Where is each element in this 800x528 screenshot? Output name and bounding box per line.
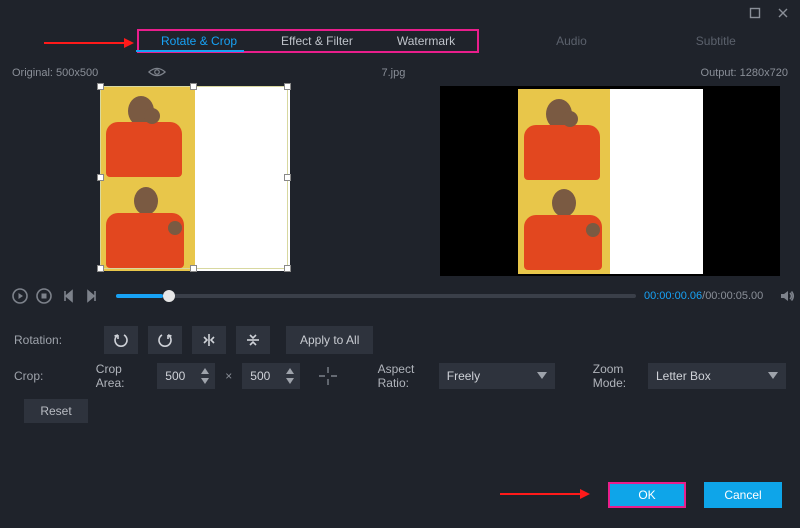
crop-handle-mid-right[interactable]: [284, 174, 291, 181]
seek-knob[interactable]: [163, 290, 175, 302]
crop-selection-box[interactable]: [100, 86, 288, 269]
zoom-mode-label: Zoom Mode:: [593, 362, 638, 390]
output-image: [518, 89, 703, 274]
crop-height-value: 500: [250, 369, 278, 383]
center-crop-button[interactable]: [316, 363, 339, 389]
play-button[interactable]: [12, 286, 28, 306]
stop-button[interactable]: [36, 286, 52, 306]
aspect-ratio-value: Freely: [447, 369, 480, 383]
chevron-down-icon: [768, 372, 778, 380]
crop-handle-top-center[interactable]: [190, 83, 197, 90]
filename-label: 7.jpg: [86, 67, 700, 79]
window-close-button[interactable]: [776, 6, 790, 20]
crop-label: Crop:: [14, 369, 86, 383]
prev-frame-button[interactable]: [60, 286, 76, 306]
chevron-down-icon: [537, 372, 547, 380]
reset-button[interactable]: Reset: [24, 399, 88, 423]
crop-width-input[interactable]: 500: [157, 363, 215, 389]
cancel-button[interactable]: Cancel: [704, 482, 782, 508]
time-total: 00:00:05.00: [705, 290, 763, 302]
crop-height-up[interactable]: [284, 366, 296, 376]
crop-handle-bottom-left[interactable]: [97, 265, 104, 272]
tab-watermark[interactable]: Watermark: [375, 31, 477, 51]
rotate-cw-button[interactable]: [148, 326, 182, 354]
next-frame-button[interactable]: [84, 286, 100, 306]
tab-active-underline: [136, 50, 244, 52]
crop-width-value: 500: [165, 369, 193, 383]
aspect-ratio-select[interactable]: Freely: [439, 363, 555, 389]
crop-width-up[interactable]: [199, 366, 211, 376]
ok-button[interactable]: OK: [608, 482, 686, 508]
rotation-label: Rotation:: [14, 333, 94, 347]
crop-height-input[interactable]: 500: [242, 363, 300, 389]
tab-subtitle[interactable]: Subtitle: [674, 34, 758, 48]
apply-to-all-button[interactable]: Apply to All: [286, 326, 373, 354]
zoom-mode-value: Letter Box: [656, 369, 711, 383]
output-size-label: Output: 1280x720: [701, 67, 788, 79]
crop-handle-bottom-center[interactable]: [190, 265, 197, 272]
aspect-ratio-label: Aspect Ratio:: [378, 362, 429, 390]
rotate-ccw-button[interactable]: [104, 326, 138, 354]
annotation-arrow-ok: [500, 487, 590, 504]
annotation-arrow-tabs: [44, 36, 134, 53]
window-maximize-button[interactable]: [748, 6, 762, 20]
tab-audio[interactable]: Audio: [534, 34, 609, 48]
crop-width-down[interactable]: [199, 376, 211, 386]
crop-area-label: Crop Area:: [96, 362, 147, 390]
crop-handle-top-right[interactable]: [284, 83, 291, 90]
time-current: 00:00:00.06: [644, 290, 702, 302]
zoom-mode-select[interactable]: Letter Box: [648, 363, 786, 389]
tab-rotate-crop[interactable]: Rotate & Crop: [139, 31, 259, 51]
crop-times-icon: ×: [225, 369, 232, 383]
crop-height-down[interactable]: [284, 376, 296, 386]
crop-handle-bottom-right[interactable]: [284, 265, 291, 272]
output-preview-panel: [440, 86, 780, 276]
source-image[interactable]: [100, 86, 290, 271]
seek-bar[interactable]: [116, 294, 636, 298]
tab-effect-filter[interactable]: Effect & Filter: [259, 31, 375, 51]
timecode: 00:00:00.06/00:00:05.00: [644, 290, 763, 302]
crop-handle-top-left[interactable]: [97, 83, 104, 90]
flip-vertical-button[interactable]: [236, 326, 270, 354]
crop-handle-mid-left[interactable]: [97, 174, 104, 181]
seek-progress: [116, 294, 163, 298]
flip-horizontal-button[interactable]: [192, 326, 226, 354]
volume-button[interactable]: [779, 286, 795, 306]
source-preview-panel: [100, 86, 400, 276]
